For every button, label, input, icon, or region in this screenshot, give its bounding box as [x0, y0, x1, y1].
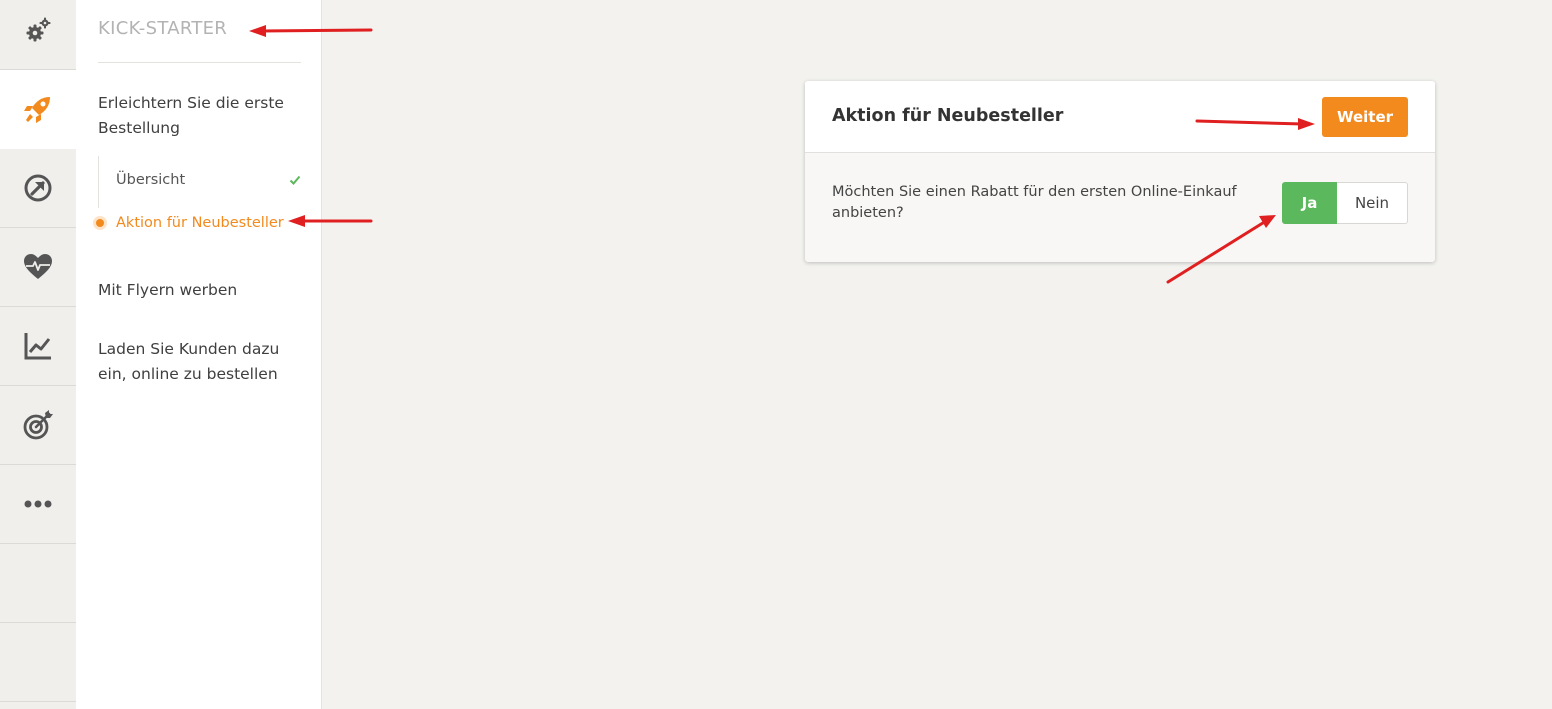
sidebar-divider — [98, 62, 301, 63]
no-button[interactable]: Nein — [1337, 182, 1408, 224]
target-icon — [22, 409, 54, 441]
yes-button[interactable]: Ja — [1282, 182, 1337, 224]
rail-item-empty — [0, 623, 76, 702]
sidebar-section-invite-customers[interactable]: Laden Sie Kunden dazu ein, online zu bes… — [98, 337, 298, 387]
kickstarter-sidebar: KICK-STARTER Erleichtern Sie die erste B… — [76, 0, 322, 709]
sidebar-subitem-new-customer-promo[interactable]: Aktion für Neubesteller — [116, 213, 284, 233]
yes-no-toggle: Ja Nein — [1282, 182, 1408, 224]
rail-item-kickstarter[interactable] — [0, 70, 76, 149]
card-header: Aktion für Neubesteller Weiter — [805, 81, 1435, 153]
card-title: Aktion für Neubesteller — [832, 106, 1064, 126]
sub-items-line — [98, 156, 99, 208]
arrow-circle-icon — [22, 172, 54, 204]
rail-item-marketing[interactable] — [0, 386, 76, 465]
sidebar-section-first-order[interactable]: Erleichtern Sie die erste Bestellung — [98, 91, 298, 141]
rail-item-more[interactable] — [0, 465, 76, 544]
heart-pulse-icon — [22, 251, 54, 283]
rail-item-health[interactable] — [0, 228, 76, 307]
sidebar-title: KICK-STARTER — [98, 18, 228, 39]
rail-item-empty — [0, 544, 76, 623]
rocket-icon — [22, 93, 54, 125]
next-button[interactable]: Weiter — [1322, 97, 1408, 137]
current-step-dot — [96, 219, 104, 227]
discount-question: Möchten Sie einen Rabatt für den ersten … — [832, 184, 1237, 221]
promo-card: Aktion für Neubesteller Weiter Möchten S… — [805, 81, 1435, 262]
icon-rail — [0, 0, 76, 709]
sidebar-subitem-overview[interactable]: Übersicht — [116, 170, 185, 190]
rail-item-settings[interactable] — [0, 0, 76, 70]
check-icon — [289, 171, 301, 190]
rail-item-growth[interactable] — [0, 149, 76, 228]
line-chart-icon — [22, 330, 54, 362]
rail-item-stats[interactable] — [0, 307, 76, 386]
gears-icon — [22, 14, 54, 46]
sidebar-section-flyers[interactable]: Mit Flyern werben — [98, 278, 298, 303]
more-dots-icon — [22, 488, 54, 520]
